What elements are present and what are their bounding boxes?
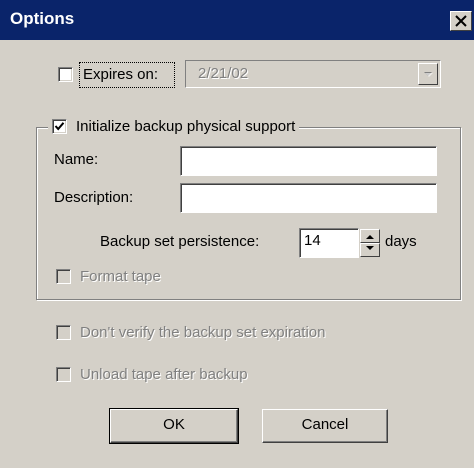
name-input[interactable] <box>180 146 437 176</box>
description-input[interactable] <box>180 183 437 213</box>
date-dropdown-button[interactable] <box>418 63 438 85</box>
spin-down-button[interactable] <box>360 243 380 257</box>
ok-button[interactable]: OK <box>109 408 239 444</box>
initialize-label[interactable]: Initialize backup physical support <box>76 118 295 135</box>
cancel-button[interactable]: Cancel <box>262 409 388 443</box>
dont-verify-label[interactable]: Don't verify the backup set expiration <box>80 324 326 342</box>
arrow-down-icon <box>366 246 374 250</box>
initialize-checkbox[interactable] <box>52 119 67 134</box>
expires-date-combo[interactable]: 2/21/02 <box>185 60 441 88</box>
expires-date-value: 2/21/02 <box>198 65 249 82</box>
options-dialog: Options Expires on: 2/21/02 Initialize b… <box>0 0 474 468</box>
arrow-up-icon <box>366 235 374 239</box>
close-icon <box>455 15 467 27</box>
chevron-down-icon <box>424 72 433 77</box>
persistence-label: Backup set persistence: <box>100 233 260 250</box>
format-tape-checkbox[interactable] <box>56 269 71 284</box>
expires-label[interactable]: Expires on: <box>83 66 158 84</box>
expires-checkbox[interactable] <box>58 67 73 82</box>
dont-verify-checkbox[interactable] <box>56 325 71 340</box>
unload-tape-checkbox[interactable] <box>56 367 71 382</box>
checkmark-icon <box>54 122 65 131</box>
format-tape-label[interactable]: Format tape <box>80 268 161 286</box>
name-label: Name: <box>54 151 99 168</box>
persistence-input[interactable]: 14 <box>299 228 359 258</box>
persistence-unit: days <box>385 233 417 250</box>
spin-up-button[interactable] <box>360 229 380 243</box>
window-title: Options <box>10 9 75 28</box>
title-bar[interactable]: Options <box>0 0 474 40</box>
close-button[interactable] <box>450 11 472 31</box>
group-legend: Initialize backup physical support <box>48 118 300 138</box>
persistence-spinner[interactable] <box>360 229 380 257</box>
unload-tape-label[interactable]: Unload tape after backup <box>80 366 248 384</box>
description-label: Description: <box>54 189 134 206</box>
